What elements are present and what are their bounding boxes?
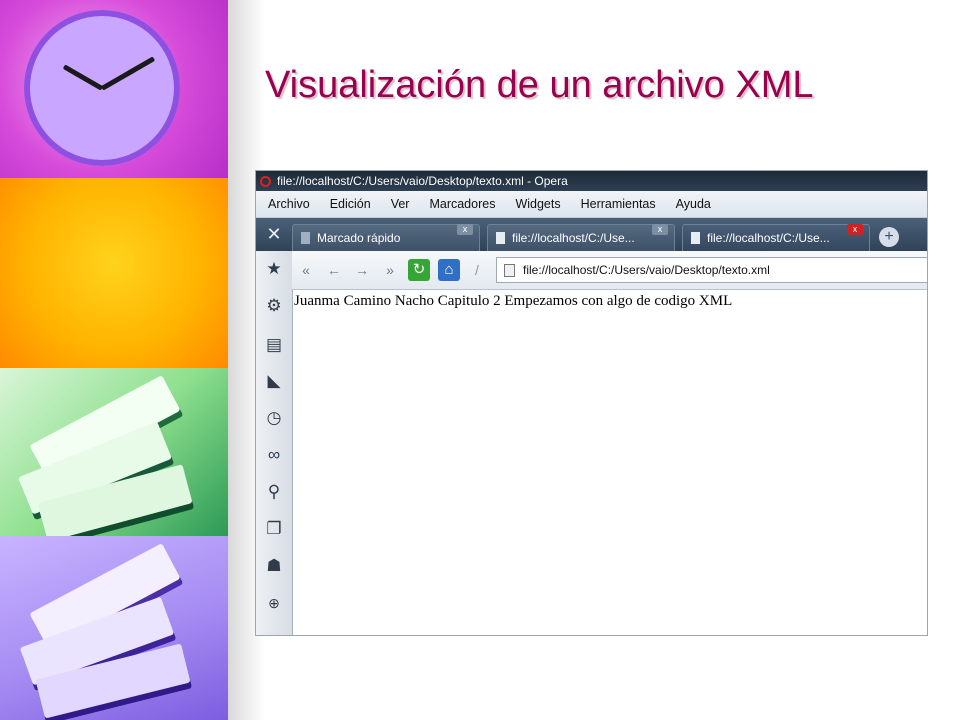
tab-file-2[interactable]: file://localhost/C:/Use... x <box>682 224 870 251</box>
gear-icon[interactable]: ⚙ <box>262 294 286 318</box>
home-icon[interactable]: ⌂ <box>438 259 460 281</box>
clock-face-icon <box>24 10 180 166</box>
tab-close-button[interactable]: x <box>457 224 473 235</box>
menu-edicion[interactable]: Edición <box>320 197 381 211</box>
new-tab-plus-icon[interactable]: + <box>879 227 899 247</box>
rewind-icon[interactable]: « <box>292 262 320 278</box>
menu-widgets[interactable]: Widgets <box>505 197 570 211</box>
wand-icon[interactable]: / <box>464 262 490 278</box>
clock-photo-magenta <box>0 0 228 178</box>
menu-ver[interactable]: Ver <box>381 197 420 211</box>
decorative-photo-strip <box>0 0 228 720</box>
browser-window: file://localhost/C:/Users/vaio/Desktop/t… <box>255 170 928 636</box>
feed-icon[interactable]: ◣ <box>262 369 286 393</box>
chat-icon[interactable]: ▤ <box>262 333 286 357</box>
contacts-icon[interactable]: ☗ <box>262 554 286 578</box>
page-info-icon[interactable] <box>504 263 515 277</box>
tab-file-1[interactable]: file://localhost/C:/Use... x <box>487 224 675 251</box>
navigation-bar: « ← → » ↻ ⌂ / file://localhost/C:/Users/… <box>292 251 927 290</box>
menu-bar: Archivo Edición Ver Marcadores Widgets H… <box>256 191 927 218</box>
slide-title: Visualización de un archivo XML <box>265 64 814 106</box>
window-title: file://localhost/C:/Users/vaio/Desktop/t… <box>277 174 568 188</box>
tab-label: file://localhost/C:/Use... <box>512 231 635 245</box>
clock-hand <box>100 56 156 91</box>
speed-dial-icon <box>301 232 310 244</box>
clock-icon[interactable]: ◷ <box>262 406 286 430</box>
reload-icon[interactable]: ↻ <box>408 259 430 281</box>
menu-ayuda[interactable]: Ayuda <box>666 197 721 211</box>
document-icon <box>496 232 505 244</box>
papers-photo-green <box>0 368 228 536</box>
menu-herramientas[interactable]: Herramientas <box>571 197 666 211</box>
back-arrow-icon[interactable]: ← <box>320 262 348 278</box>
tab-close-button[interactable]: x <box>847 224 863 235</box>
link-icon[interactable]: ∞ <box>262 443 286 467</box>
pages-icon[interactable]: ❐ <box>262 517 286 541</box>
star-icon[interactable]: ★ <box>262 257 286 281</box>
clock-photo-orange <box>0 178 228 368</box>
tab-label: Marcado rápido <box>317 231 401 245</box>
plus-icon[interactable]: ⊕ <box>262 591 286 615</box>
page-content: Juanma Camino Nacho Capitulo 2 Empezamos… <box>294 293 733 309</box>
tab-speed-dial[interactable]: Marcado rápido x <box>292 224 480 251</box>
menu-archivo[interactable]: Archivo <box>256 197 320 211</box>
tools-wrench-icon[interactable]: ✕ <box>256 218 292 251</box>
tab-bar: ✕ Marcado rápido x file://localhost/C:/U… <box>256 218 927 251</box>
window-titlebar: file://localhost/C:/Users/vaio/Desktop/t… <box>256 171 927 191</box>
side-panel: ★ ⚙ ▤ ◣ ◷ ∞ ⚲ ❐ ☗ ⊕ <box>256 251 293 635</box>
forward-arrow-icon[interactable]: → <box>348 262 376 278</box>
menu-marcadores[interactable]: Marcadores <box>419 197 505 211</box>
opera-logo-icon <box>260 175 271 187</box>
address-field[interactable]: file://localhost/C:/Users/vaio/Desktop/t… <box>496 257 927 283</box>
fast-forward-icon[interactable]: » <box>376 262 404 278</box>
tab-label: file://localhost/C:/Use... <box>707 231 830 245</box>
clock-hand <box>62 64 104 91</box>
tab-close-button[interactable]: x <box>652 224 668 235</box>
papers-photo-purple <box>0 536 228 720</box>
search-icon[interactable]: ⚲ <box>262 480 286 504</box>
address-text: file://localhost/C:/Users/vaio/Desktop/t… <box>523 263 770 277</box>
document-icon <box>691 232 700 244</box>
